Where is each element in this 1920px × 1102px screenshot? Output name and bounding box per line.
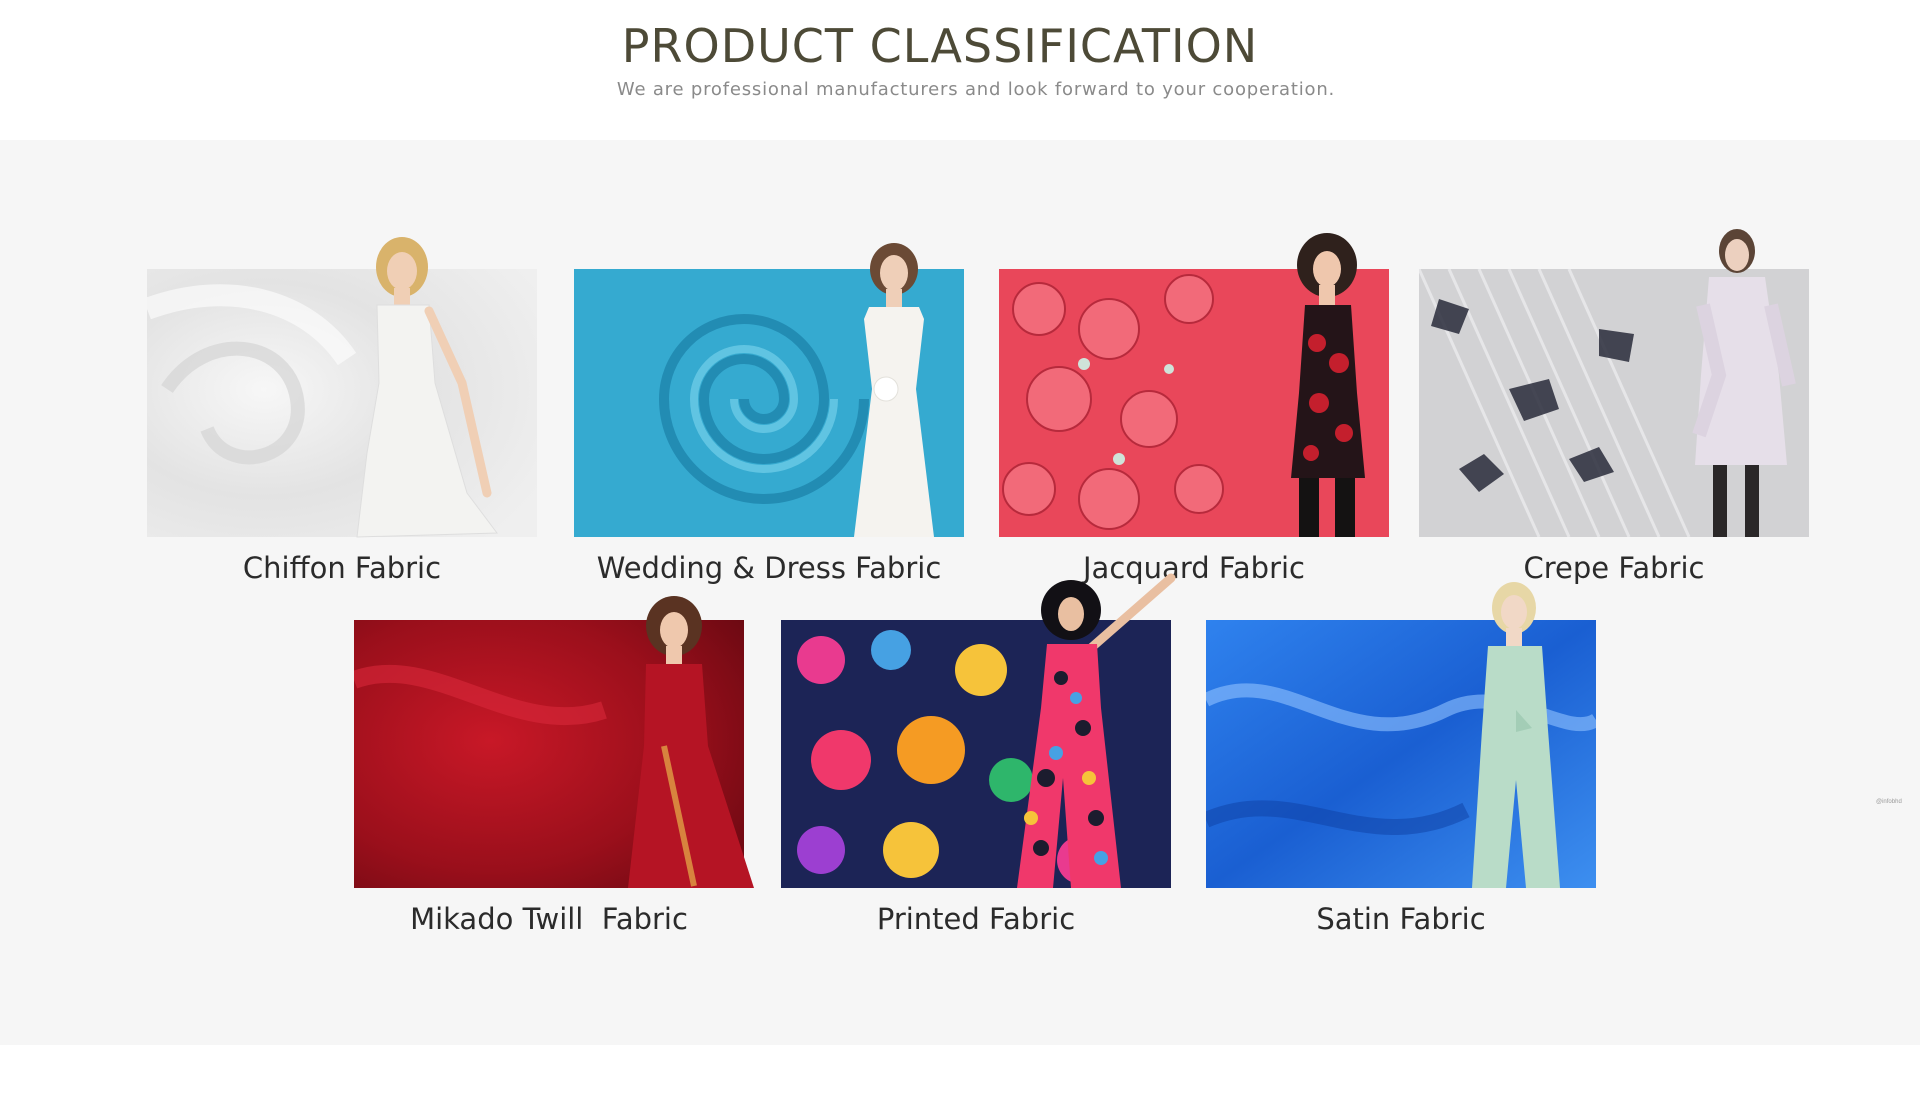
category-photo[interactable] [1206, 582, 1596, 888]
page-subtitle: We are professional manufacturers and lo… [616, 79, 1336, 100]
category-card-mikado-twill[interactable]: Mikado Twill Fabric [354, 596, 754, 936]
model-figure [1472, 582, 1560, 888]
edge-tag: @infobhd [1876, 799, 1902, 805]
category-card-jacquard[interactable]: Jacquard Fabric [999, 233, 1389, 585]
model-figure [1017, 573, 1176, 888]
category-photo[interactable] [147, 237, 537, 538]
product-gallery: Chiffon Fabric Wedding & Dress Fabric Ja… [0, 140, 1920, 1045]
category-label[interactable]: Wedding & Dress Fabric [574, 550, 964, 586]
category-card-wedding-dress[interactable]: Wedding & Dress Fabric [574, 243, 964, 585]
model-figure [1291, 233, 1365, 537]
category-photo[interactable] [999, 233, 1389, 537]
page-title: PRODUCT CLASSIFICATION [621, 19, 1259, 73]
model-figure [854, 243, 934, 537]
category-photo[interactable] [354, 596, 754, 888]
category-card-crepe[interactable]: Crepe Fabric [1419, 229, 1809, 585]
category-photo[interactable] [781, 573, 1176, 888]
category-label[interactable]: Mikado Twill Fabric [354, 901, 744, 937]
category-label[interactable]: Chiffon Fabric [147, 550, 537, 586]
section-header: PRODUCT CLASSIFICATION We are profession… [0, 0, 1920, 140]
model-figure [1692, 229, 1796, 537]
category-photo[interactable] [574, 243, 964, 537]
category-card-satin[interactable]: Satin Fabric [1206, 582, 1596, 936]
category-card-chiffon[interactable]: Chiffon Fabric [147, 237, 537, 585]
category-label[interactable]: Printed Fabric [781, 901, 1171, 937]
category-photo[interactable] [1419, 229, 1809, 537]
category-card-printed[interactable]: Printed Fabric [781, 573, 1176, 936]
model-figure [356, 237, 498, 538]
category-label[interactable]: Satin Fabric [1206, 901, 1596, 937]
model-figure [628, 596, 754, 888]
